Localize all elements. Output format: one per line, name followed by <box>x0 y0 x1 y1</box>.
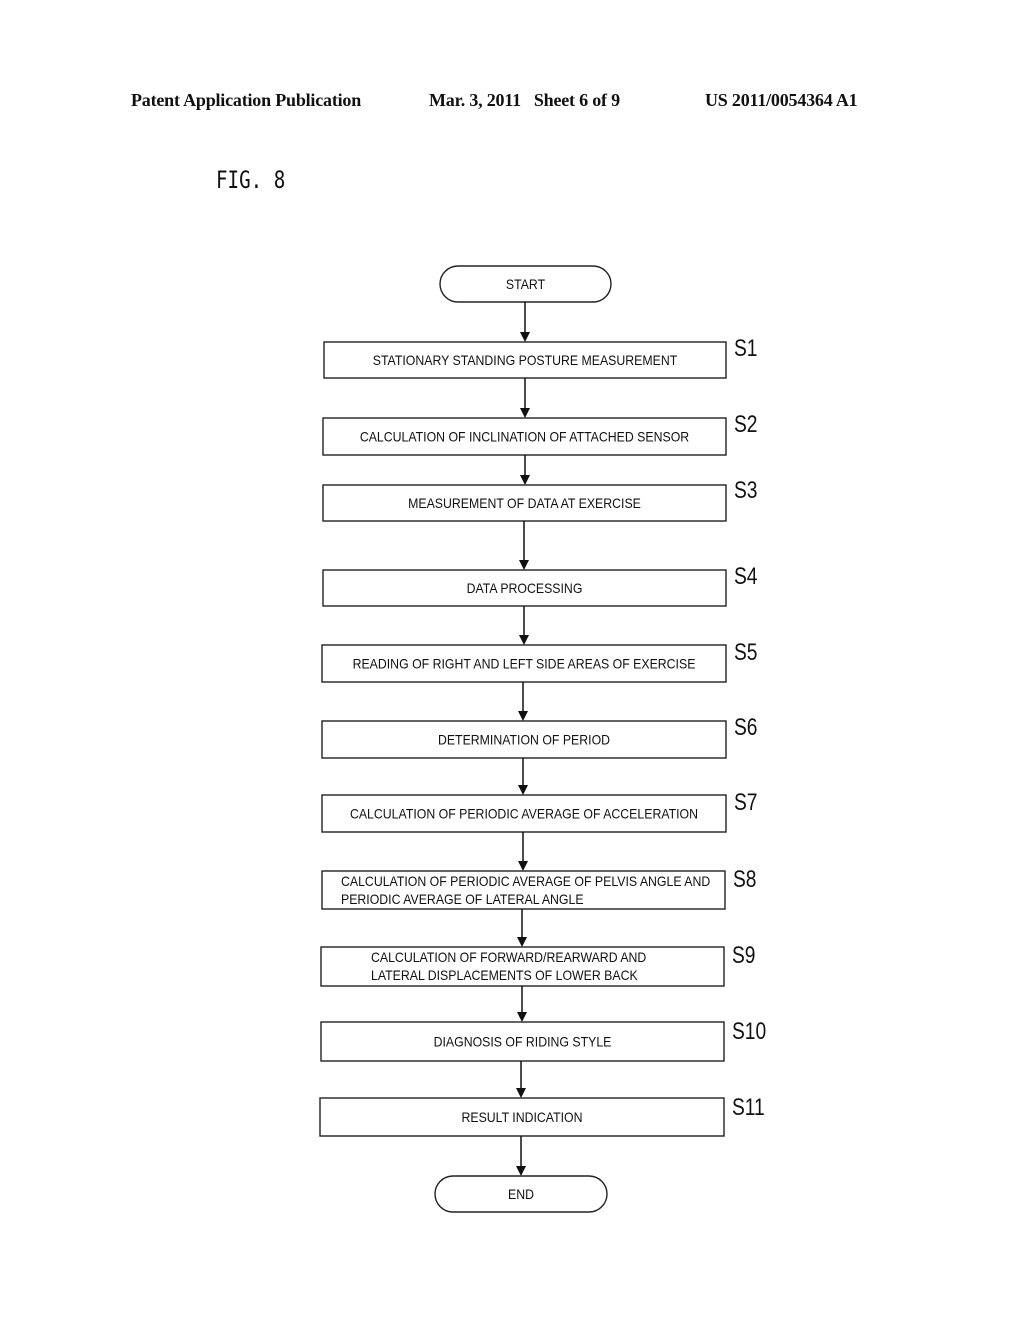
process-label-line1: CALCULATION OF FORWARD/REARWARD AND <box>371 949 646 965</box>
arrowhead-icon <box>517 937 527 947</box>
arrowhead-icon <box>516 1088 526 1098</box>
arrowhead-icon <box>518 711 528 721</box>
step-number-s9: S9 <box>732 941 755 969</box>
start-label: START <box>506 276 545 292</box>
step-number-s4: S4 <box>734 562 757 590</box>
arrowhead-icon <box>518 785 528 795</box>
process-label: MEASUREMENT OF DATA AT EXERCISE <box>408 495 641 511</box>
process-label-line2: PERIODIC AVERAGE OF LATERAL ANGLE <box>341 891 584 907</box>
process-label: DATA PROCESSING <box>467 580 583 596</box>
step-number-s8: S8 <box>733 865 756 893</box>
process-label: STATIONARY STANDING POSTURE MEASUREMENT <box>373 352 677 368</box>
process-label: DETERMINATION OF PERIOD <box>438 732 610 748</box>
step-number-s7: S7 <box>734 788 757 816</box>
arrowhead-icon <box>520 332 530 342</box>
process-label: CALCULATION OF INCLINATION OF ATTACHED S… <box>360 429 689 445</box>
step-number-s5: S5 <box>734 638 757 666</box>
process-label-line2: LATERAL DISPLACEMENTS OF LOWER BACK <box>371 967 638 983</box>
arrowhead-icon <box>518 861 528 871</box>
process-label: RESULT INDICATION <box>461 1109 582 1125</box>
step-number-s3: S3 <box>734 476 757 504</box>
step-number-s1: S1 <box>734 334 757 362</box>
arrowhead-icon <box>516 1166 526 1176</box>
step-number-s2: S2 <box>734 410 757 438</box>
process-label: READING OF RIGHT AND LEFT SIDE AREAS OF … <box>353 656 696 672</box>
process-label: CALCULATION OF PERIODIC AVERAGE OF ACCEL… <box>350 806 698 822</box>
process-label: DIAGNOSIS OF RIDING STYLE <box>434 1034 612 1050</box>
step-number-s6: S6 <box>734 713 757 741</box>
process-label-line1: CALCULATION OF PERIODIC AVERAGE OF PELVI… <box>341 873 710 889</box>
arrowhead-icon <box>519 560 529 570</box>
arrowhead-icon <box>520 408 530 418</box>
arrowhead-icon <box>520 475 530 485</box>
step-number-s10: S10 <box>732 1017 766 1045</box>
end-label: END <box>508 1186 534 1202</box>
arrowhead-icon <box>517 1012 527 1022</box>
flowchart: START STATIONARY STANDING POSTURE MEASURE… <box>319 265 766 1213</box>
step-number-s11: S11 <box>732 1093 765 1121</box>
arrowhead-icon <box>519 635 529 645</box>
